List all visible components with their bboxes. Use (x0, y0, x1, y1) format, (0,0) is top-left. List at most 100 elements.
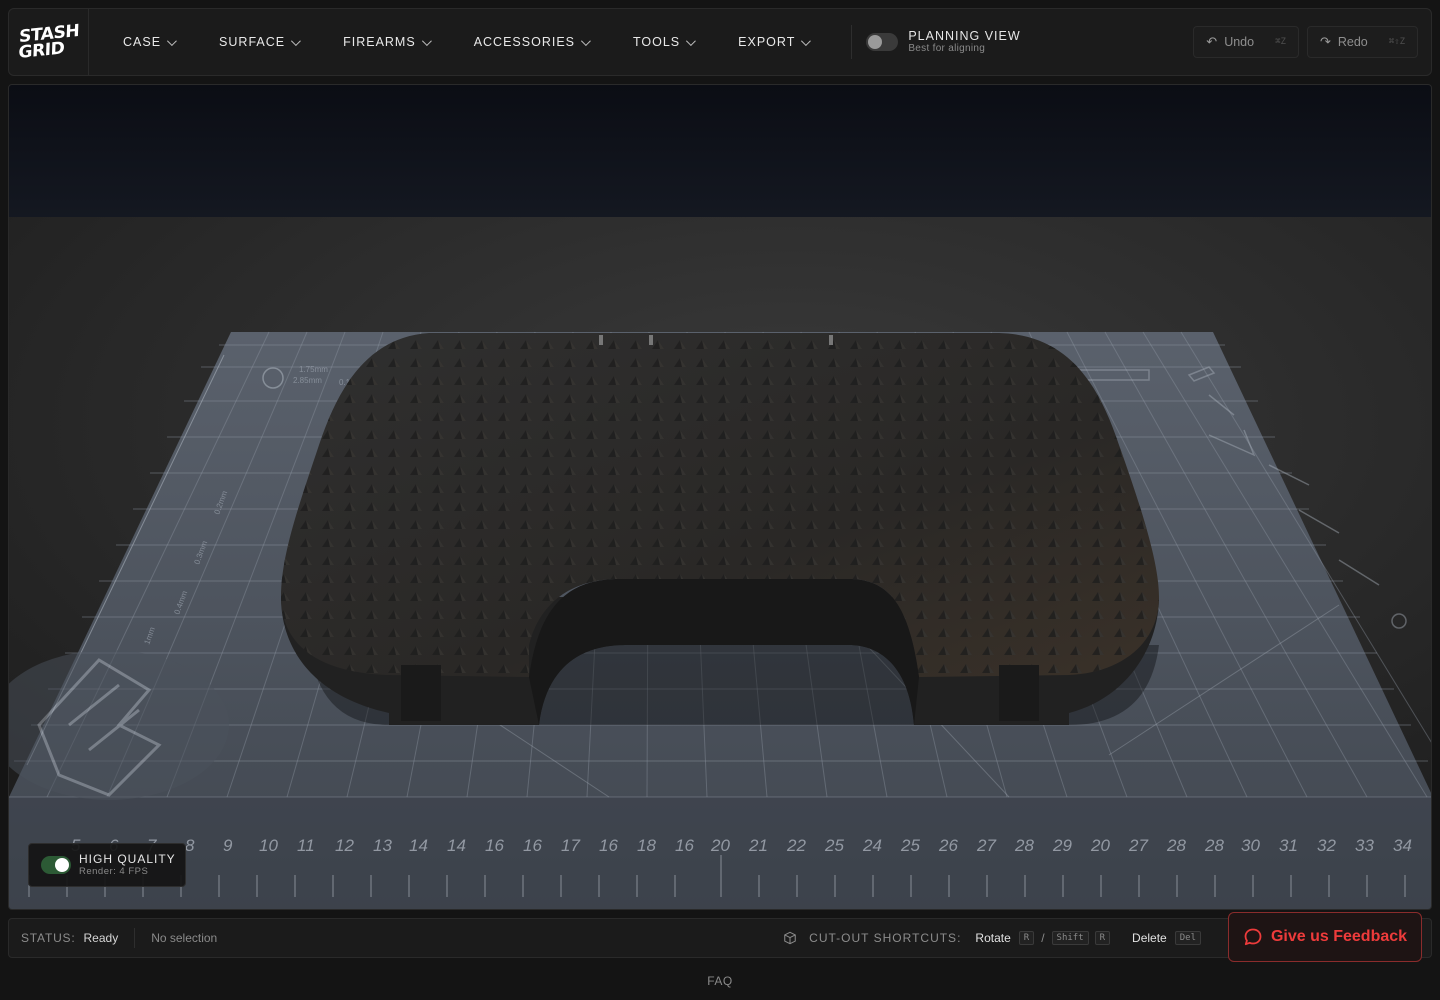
cube-icon (784, 931, 796, 945)
toolbar-divider (851, 25, 853, 59)
ruler-number: 33 (1355, 836, 1374, 855)
logo-line-2: GRID (17, 38, 65, 64)
shortcut-separator: / (1041, 931, 1045, 945)
ruler-number: 16 (599, 836, 618, 855)
give-feedback-button[interactable]: Give us Feedback (1228, 912, 1422, 962)
delete-shortcut-label: Delete (1132, 931, 1167, 945)
nav-surface-menu[interactable]: SURFACE (207, 22, 310, 62)
faq-link[interactable]: FAQ (0, 974, 1440, 988)
undo-label: Undo (1224, 35, 1255, 49)
ruler-number: 17 (561, 836, 580, 855)
mat-label: 1.75mm (299, 365, 328, 374)
ruler-number: 28 (1166, 836, 1186, 855)
ruler-number: 26 (938, 836, 958, 855)
ruler-number: 30 (1241, 836, 1260, 855)
ruler-number: 31 (1279, 836, 1298, 855)
nav-firearms-menu[interactable]: FIREARMS (331, 22, 441, 62)
toggle-knob (55, 858, 69, 872)
ruler-number: 27 (976, 836, 996, 855)
nav-tools-menu[interactable]: TOOLS (621, 22, 705, 62)
rotate-key: R (1018, 931, 1035, 945)
ruler-number: 28 (1014, 836, 1034, 855)
ruler-number: 16 (523, 836, 542, 855)
case-notch-right (999, 665, 1039, 721)
ruler-number: 25 (900, 836, 920, 855)
ruler-number: 14 (447, 836, 466, 855)
ruler-number: 11 (297, 836, 315, 855)
toggle-knob (868, 35, 883, 49)
planning-view-subtitle: Best for aligning (908, 43, 986, 54)
chevron-down-icon (801, 35, 812, 46)
selection-status: No selection (151, 931, 218, 945)
shortcuts-label: CUT-OUT SHORTCUTS: (809, 931, 962, 945)
ruler-number: 24 (862, 836, 882, 855)
chat-bubble-icon (1244, 928, 1262, 946)
status-value: Ready (83, 931, 119, 945)
nav-surface-label: SURFACE (219, 35, 286, 49)
redo-label: Redo (1337, 35, 1368, 49)
redo-arrow-icon: ↷ (1319, 34, 1331, 49)
ruler-number: 10 (259, 836, 278, 855)
ruler-number: 28 (1204, 836, 1224, 855)
ruler-number: 9 (223, 836, 233, 855)
rotate-reverse-key: R (1094, 931, 1111, 945)
ruler-number: 20 (1090, 836, 1110, 855)
render-fps-label: Render: 4 FPS (79, 865, 149, 877)
delete-key: Del (1174, 931, 1201, 945)
top-toolbar: STASH GRID CASE SURFACE FIREARMS ACCESSO… (8, 8, 1432, 76)
high-quality-toggle[interactable] (41, 856, 71, 874)
chevron-down-icon (580, 35, 591, 46)
3d-viewport[interactable]: 5 6 7 8 9 10 11 12 13 14 14 16 16 17 16 … (8, 84, 1432, 910)
ruler-number: 20 (710, 836, 730, 855)
nav-firearms-label: FIREARMS (343, 35, 416, 49)
planning-view-control: PLANNING VIEW Best for aligning (866, 29, 1020, 55)
nav-export-menu[interactable]: EXPORT (726, 22, 820, 62)
stashgrid-logo[interactable]: STASH GRID (9, 9, 89, 75)
ruler-number: 32 (1317, 836, 1336, 855)
ruler-number: 21 (748, 836, 768, 855)
case-notch-left (401, 665, 441, 721)
ruler-number: 22 (786, 836, 806, 855)
planning-view-text: PLANNING VIEW Best for aligning (908, 29, 1020, 55)
nav-case-label: CASE (123, 35, 162, 49)
status-bar: STATUS: Ready No selection CUT-OUT SHORT… (8, 918, 1432, 958)
history-controls: ↶ Undo ⌘Z ↷ Redo ⌘⇧Z (1193, 26, 1418, 58)
shift-key: Shift (1051, 931, 1089, 945)
hinge-marker (649, 335, 653, 345)
faq-label: FAQ (707, 974, 733, 988)
undo-arrow-icon: ↶ (1206, 34, 1218, 49)
nav-export-label: EXPORT (738, 35, 796, 49)
ruler-number: 12 (335, 836, 354, 855)
ruler-number: 18 (637, 836, 656, 855)
ruler-number: 25 (824, 836, 844, 855)
planning-view-title: PLANNING VIEW (908, 29, 1021, 43)
nav-case-menu[interactable]: CASE (111, 22, 186, 62)
hinge-marker (829, 335, 833, 345)
chevron-down-icon (421, 35, 432, 46)
ruler-number: 16 (485, 836, 504, 855)
rotate-shortcut-label: Rotate (975, 931, 1011, 945)
planning-view-toggle[interactable] (866, 33, 899, 51)
hinge-marker (599, 335, 603, 345)
chevron-down-icon (291, 35, 301, 46)
redo-shortcut: ⌘⇧Z (1388, 37, 1405, 47)
logo-wordmark: STASH GRID (17, 21, 79, 64)
mat-label: 2.85mm (293, 376, 322, 385)
feedback-label: Give us Feedback (1270, 928, 1408, 945)
chevron-down-icon (686, 35, 697, 46)
nav-accessories-label: ACCESSORIES (473, 35, 575, 49)
ruler-number: 34 (1393, 836, 1412, 855)
high-quality-text: HIGH QUALITY Render: 4 FPS (79, 851, 176, 878)
chevron-down-icon (167, 35, 177, 46)
ruler-number: 8 (185, 836, 195, 855)
nav-tools-label: TOOLS (633, 35, 681, 49)
ruler-number: 27 (1128, 836, 1148, 855)
high-quality-title: HIGH QUALITY (79, 851, 176, 866)
ruler-number: 13 (373, 836, 392, 855)
cutout-shortcuts: CUT-OUT SHORTCUTS: Rotate R / Shift R De… (783, 931, 1201, 945)
main-nav: CASE SURFACE FIREARMS ACCESSORIES TOOLS … (111, 22, 841, 62)
undo-button[interactable]: ↶ Undo ⌘Z (1193, 26, 1299, 58)
redo-button[interactable]: ↷ Redo ⌘⇧Z (1306, 26, 1418, 58)
ruler-number: 16 (675, 836, 694, 855)
nav-accessories-menu[interactable]: ACCESSORIES (462, 22, 600, 62)
